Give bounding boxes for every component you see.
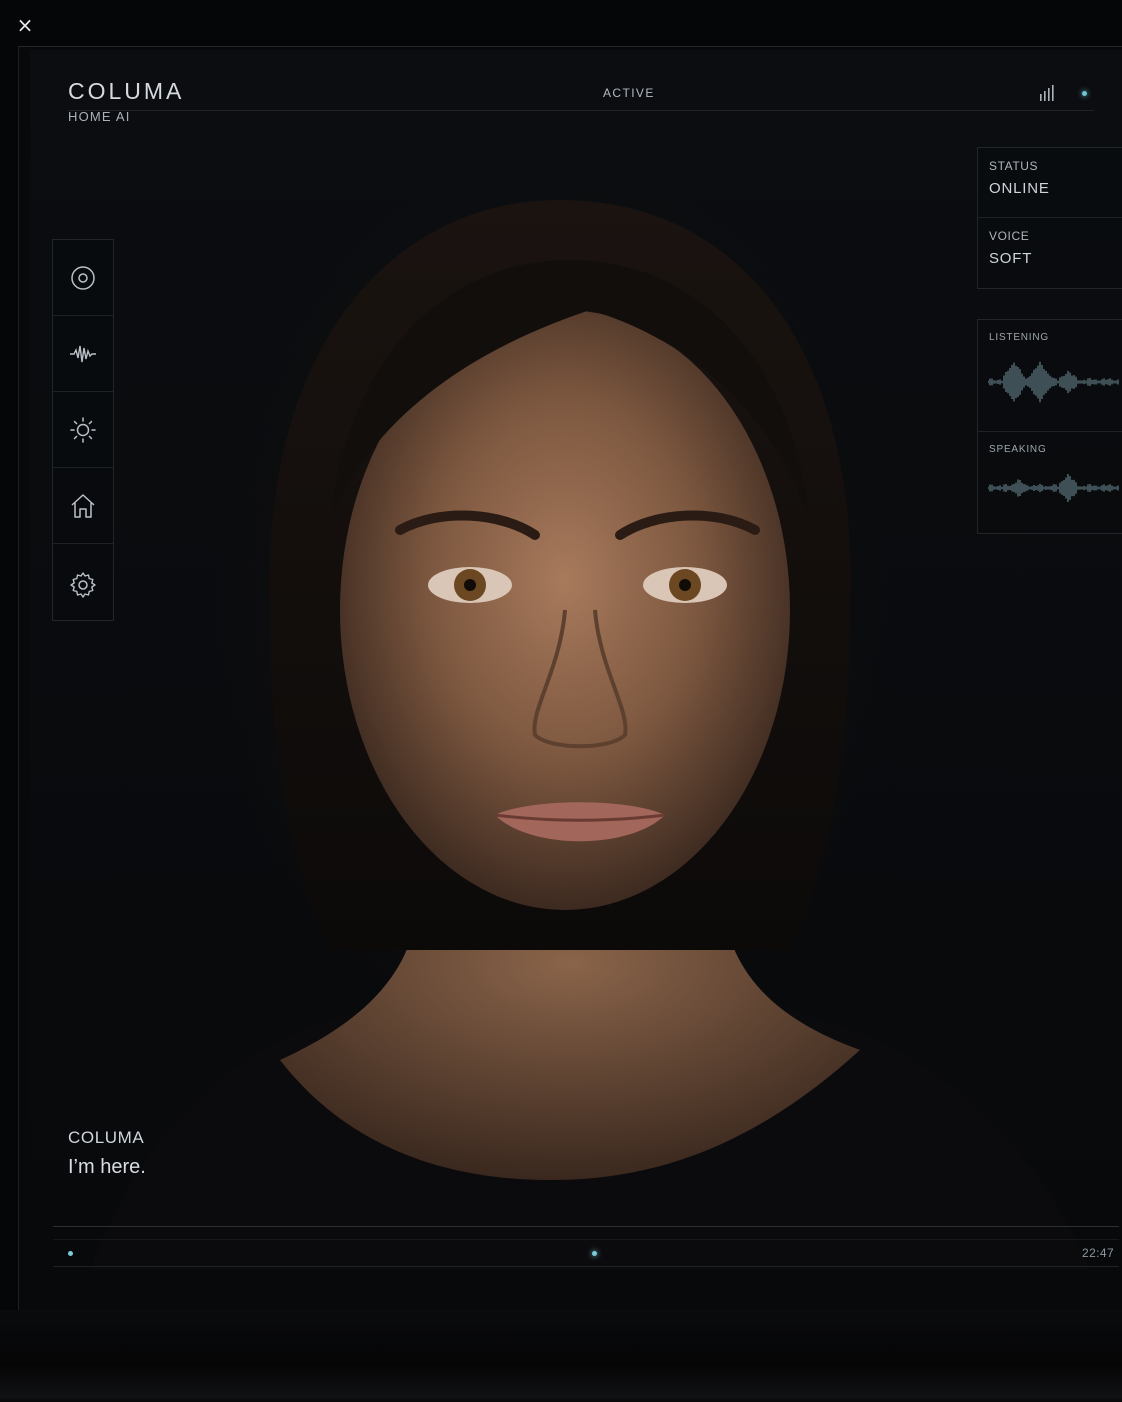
header-divider bbox=[68, 110, 1094, 111]
clock: 22:47 bbox=[1082, 1246, 1115, 1260]
gear-icon bbox=[70, 571, 96, 598]
info-panel: STATUS ONLINE VOICE SOFT bbox=[977, 147, 1122, 289]
sidebar-item-light[interactable] bbox=[53, 392, 113, 468]
app-brand: COLUMA bbox=[68, 78, 185, 104]
target-icon bbox=[71, 265, 95, 290]
speaking-label: SPEAKING bbox=[989, 444, 1047, 455]
portrait-image bbox=[90, 200, 1090, 1270]
indicator-dot-left bbox=[68, 1251, 73, 1256]
voice-label: VOICE bbox=[989, 229, 1030, 243]
status-label: STATUS bbox=[989, 159, 1039, 173]
home-icon bbox=[71, 493, 95, 518]
listening-label: LISTENING bbox=[989, 332, 1049, 343]
speaking-cell: SPEAKING bbox=[978, 432, 1122, 534]
speaking-waveform bbox=[988, 473, 1119, 503]
signal-bars-icon[interactable] bbox=[1038, 84, 1058, 102]
status-indicator-dot bbox=[1082, 91, 1087, 96]
sidebar-item-home[interactable] bbox=[53, 468, 113, 544]
caption-speaker: COLUMA bbox=[68, 1128, 145, 1147]
sidebar-item-focus[interactable] bbox=[53, 240, 113, 316]
listening-cell: LISTENING bbox=[978, 320, 1122, 432]
bottom-bar bbox=[53, 1239, 1119, 1267]
listening-waveform bbox=[988, 361, 1119, 403]
voice-cell: VOICE SOFT bbox=[978, 218, 1122, 288]
waveform-icon bbox=[70, 345, 96, 362]
sidebar-item-settings[interactable] bbox=[53, 544, 113, 625]
sun-icon bbox=[70, 416, 96, 443]
sidebar bbox=[52, 239, 114, 621]
voice-value: SOFT bbox=[989, 250, 1033, 267]
status-cell: STATUS ONLINE bbox=[978, 148, 1122, 218]
header-status: ACTIVE bbox=[603, 86, 655, 100]
screen bbox=[30, 50, 1122, 1270]
bottom-divider bbox=[53, 1226, 1119, 1227]
indicator-dot-center bbox=[592, 1251, 597, 1256]
audio-panel: LISTENING SPEAKING bbox=[977, 319, 1122, 534]
device-bezel bbox=[0, 1310, 1122, 1402]
status-value: ONLINE bbox=[989, 180, 1050, 197]
app-subtitle: HOME AI bbox=[68, 109, 131, 124]
close-icon[interactable]: × bbox=[14, 14, 36, 36]
sidebar-item-voice[interactable] bbox=[53, 316, 113, 392]
caption-text: I’m here. bbox=[68, 1156, 146, 1178]
